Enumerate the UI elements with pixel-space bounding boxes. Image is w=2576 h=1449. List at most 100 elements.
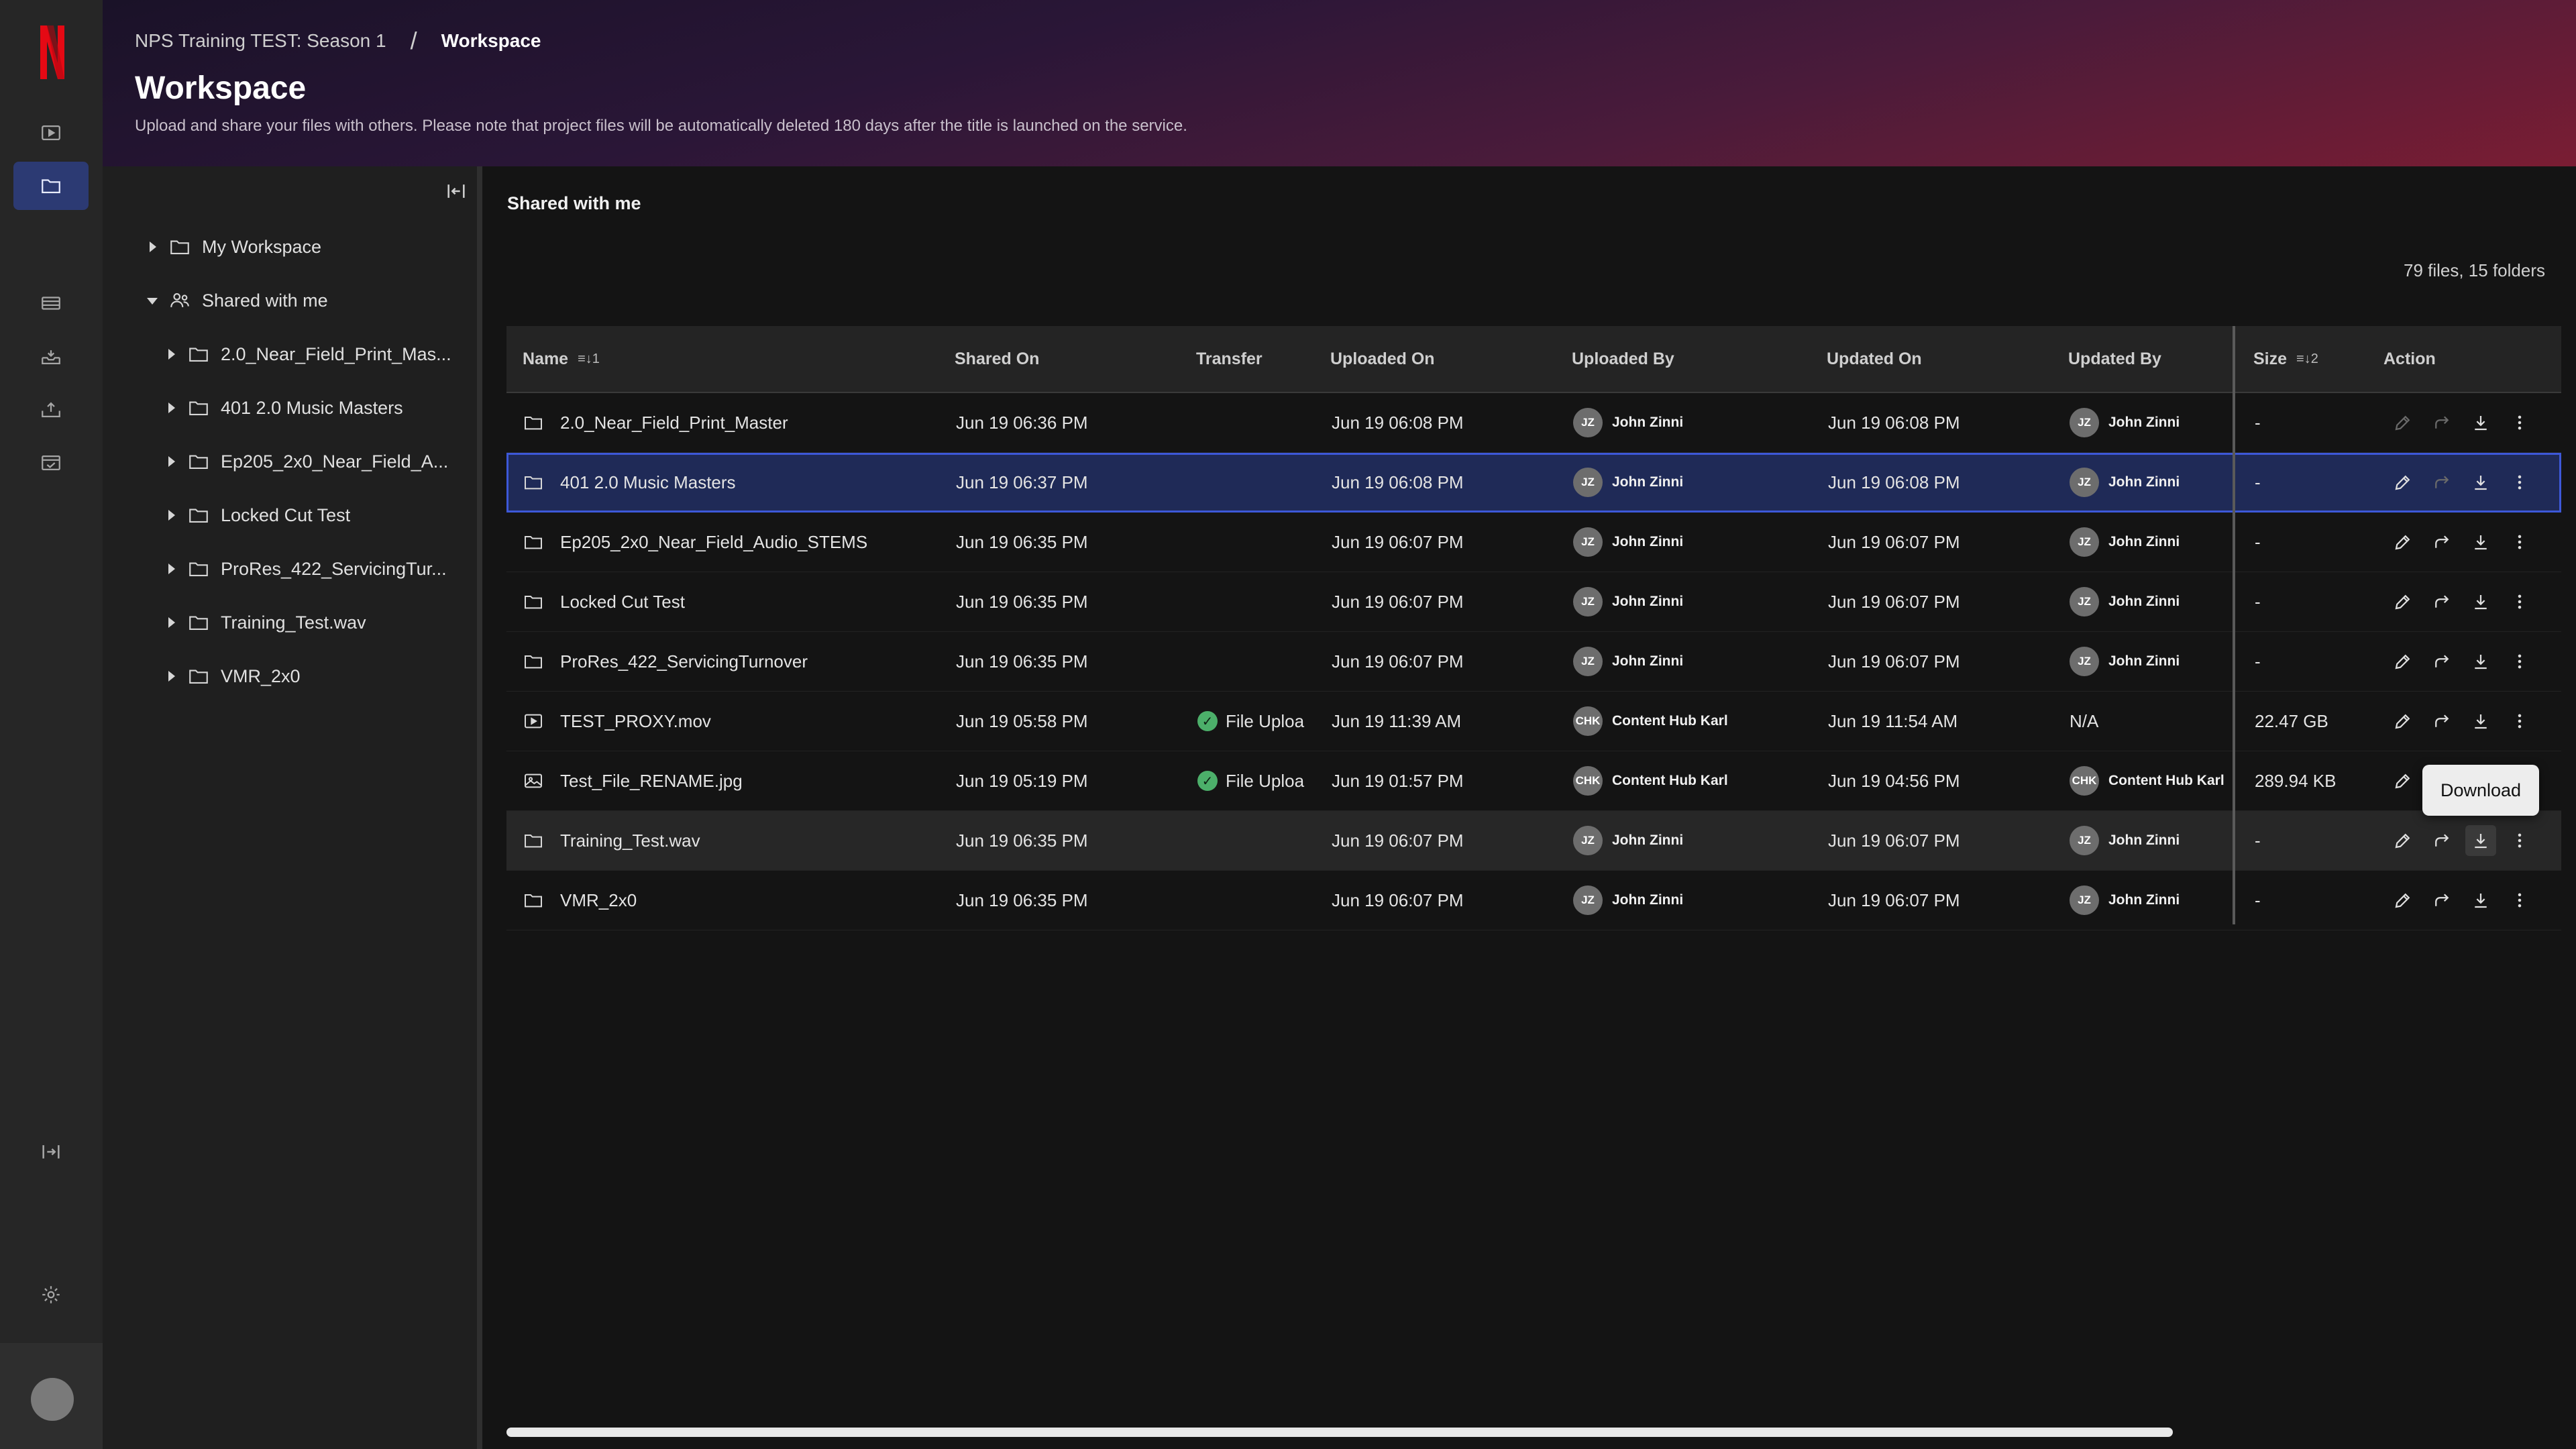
share-button[interactable] [2426,586,2457,617]
horizontal-scrollbar[interactable] [506,1428,2173,1437]
updated-by-cell: JZ John Zinni [2070,811,2231,870]
more-options-button[interactable] [2504,586,2535,617]
sort-icon[interactable]: ≡↓2 [2296,352,2318,367]
rail-item-workspace[interactable] [13,162,89,210]
column-header-shared-on[interactable]: Shared On [955,326,1039,392]
tree-item-folder[interactable]: VMR_2x0 [164,663,301,690]
more-options-button[interactable] [2504,467,2535,498]
column-header-uploaded-on[interactable]: Uploaded On [1330,326,1435,392]
column-header-uploaded-by[interactable]: Uploaded By [1572,326,1674,392]
panel-resize-handle[interactable] [477,166,482,1449]
tree-item-my-workspace[interactable]: My Workspace [146,233,321,260]
caret-right-icon[interactable] [164,669,178,683]
column-header-size[interactable]: Size ≡↓2 [2253,326,2318,392]
download-button[interactable] [2465,407,2496,438]
caret-right-icon[interactable] [164,508,178,522]
sort-icon[interactable]: ≡↓1 [578,352,600,367]
more-options-button[interactable] [2504,825,2535,856]
tree-item-folder[interactable]: Ep205_2x0_Near_Field_A... [164,448,448,475]
download-button[interactable] [2465,825,2496,856]
table-row[interactable]: ProRes_422_ServicingTurnover Jun 19 06:3… [506,632,2561,692]
column-resize-handle[interactable] [2233,326,2235,924]
rename-button[interactable] [2387,825,2418,856]
netflix-logo[interactable] [40,25,64,79]
share-button[interactable] [2426,885,2457,916]
more-options-button[interactable] [2504,646,2535,677]
file-name-cell[interactable]: Ep205_2x0_Near_Field_Audio_STEMS [523,513,938,572]
file-name-cell[interactable]: VMR_2x0 [523,871,938,930]
user-avatar: CHK [1573,766,1603,796]
caret-down-icon[interactable] [146,294,159,307]
rename-button[interactable] [2387,467,2418,498]
rename-button[interactable] [2387,586,2418,617]
column-header-updated-by[interactable]: Updated By [2068,326,2161,392]
file-name-cell[interactable]: ProRes_422_ServicingTurnover [523,632,938,691]
file-name-cell[interactable]: Locked Cut Test [523,572,938,631]
tree-item-folder[interactable]: 401 2.0 Music Masters [164,394,403,421]
tree-item-folder[interactable]: Locked Cut Test [164,502,350,529]
column-header-name[interactable]: Name ≡↓1 [523,326,600,392]
row-actions [2387,393,2543,452]
table-row[interactable]: Locked Cut Test Jun 19 06:35 PM Jun 19 0… [506,572,2561,632]
file-name-cell[interactable]: 2.0_Near_Field_Print_Master [523,393,938,452]
share-button[interactable] [2426,527,2457,557]
user-avatar[interactable] [31,1378,74,1421]
file-name-cell[interactable]: 401 2.0 Music Masters [523,453,938,512]
rail-item-upload[interactable] [13,386,89,434]
folder-icon [187,504,210,527]
rail-item-film[interactable] [13,279,89,327]
folder-icon [40,174,62,197]
download-button[interactable] [2465,527,2496,557]
caret-right-icon[interactable] [164,562,178,576]
rail-item-media[interactable] [13,109,89,157]
rename-button[interactable] [2387,706,2418,737]
rail-item-inbox[interactable] [13,333,89,381]
rename-button[interactable] [2387,407,2418,438]
more-options-button[interactable] [2504,706,2535,737]
share-button[interactable] [2426,825,2457,856]
rail-item-tasks[interactable] [13,439,89,487]
caret-right-icon[interactable] [164,401,178,415]
file-name-cell[interactable]: Test_File_RENAME.jpg [523,751,938,810]
download-button[interactable] [2465,586,2496,617]
table-row[interactable]: 401 2.0 Music Masters Jun 19 06:37 PM Ju… [506,453,2561,513]
tree-item-folder[interactable]: Training_Test.wav [164,609,366,636]
caret-right-icon[interactable] [164,616,178,629]
more-options-button[interactable] [2504,527,2535,557]
download-button[interactable] [2465,885,2496,916]
rename-button[interactable] [2387,885,2418,916]
tree-item-folder[interactable]: ProRes_422_ServicingTur... [164,555,447,582]
download-button[interactable] [2465,467,2496,498]
table-row[interactable]: VMR_2x0 Jun 19 06:35 PM Jun 19 06:07 PM … [506,871,2561,930]
breadcrumb-project[interactable]: NPS Training TEST: Season 1 [135,30,386,52]
caret-right-icon[interactable] [146,240,159,254]
table-row[interactable]: Training_Test.wav Jun 19 06:35 PM Jun 19… [506,811,2561,871]
more-options-button[interactable] [2504,407,2535,438]
settings-button[interactable] [13,1271,89,1319]
share-button[interactable] [2426,467,2457,498]
rename-button[interactable] [2387,646,2418,677]
file-name-cell[interactable]: TEST_PROXY.mov [523,692,938,751]
tree-item-folder[interactable]: 2.0_Near_Field_Print_Mas... [164,341,451,368]
more-options-button[interactable] [2504,885,2535,916]
row-actions [2387,811,2543,870]
file-name-cell[interactable]: Training_Test.wav [523,811,938,870]
share-button[interactable] [2426,706,2457,737]
download-button[interactable] [2465,706,2496,737]
share-button[interactable] [2426,646,2457,677]
table-row[interactable]: 2.0_Near_Field_Print_Master Jun 19 06:36… [506,393,2561,453]
column-header-updated-on[interactable]: Updated On [1827,326,1922,392]
caret-right-icon[interactable] [164,347,178,361]
column-header-transfer[interactable]: Transfer [1196,326,1263,392]
rename-button[interactable] [2387,527,2418,557]
collapse-tree-button[interactable] [445,180,468,203]
table-row[interactable]: TEST_PROXY.mov Jun 19 05:58 PM ✓ File Up… [506,692,2561,751]
caret-right-icon[interactable] [164,455,178,468]
table-row[interactable]: Ep205_2x0_Near_Field_Audio_STEMS Jun 19 … [506,513,2561,572]
download-button[interactable] [2465,646,2496,677]
expand-sidebar-button[interactable] [13,1128,89,1176]
tree-item-shared-with-me[interactable]: Shared with me [146,287,328,314]
table-row[interactable]: Test_File_RENAME.jpg Jun 19 05:19 PM ✓ F… [506,751,2561,811]
share-button[interactable] [2426,407,2457,438]
rename-button[interactable] [2387,765,2418,796]
